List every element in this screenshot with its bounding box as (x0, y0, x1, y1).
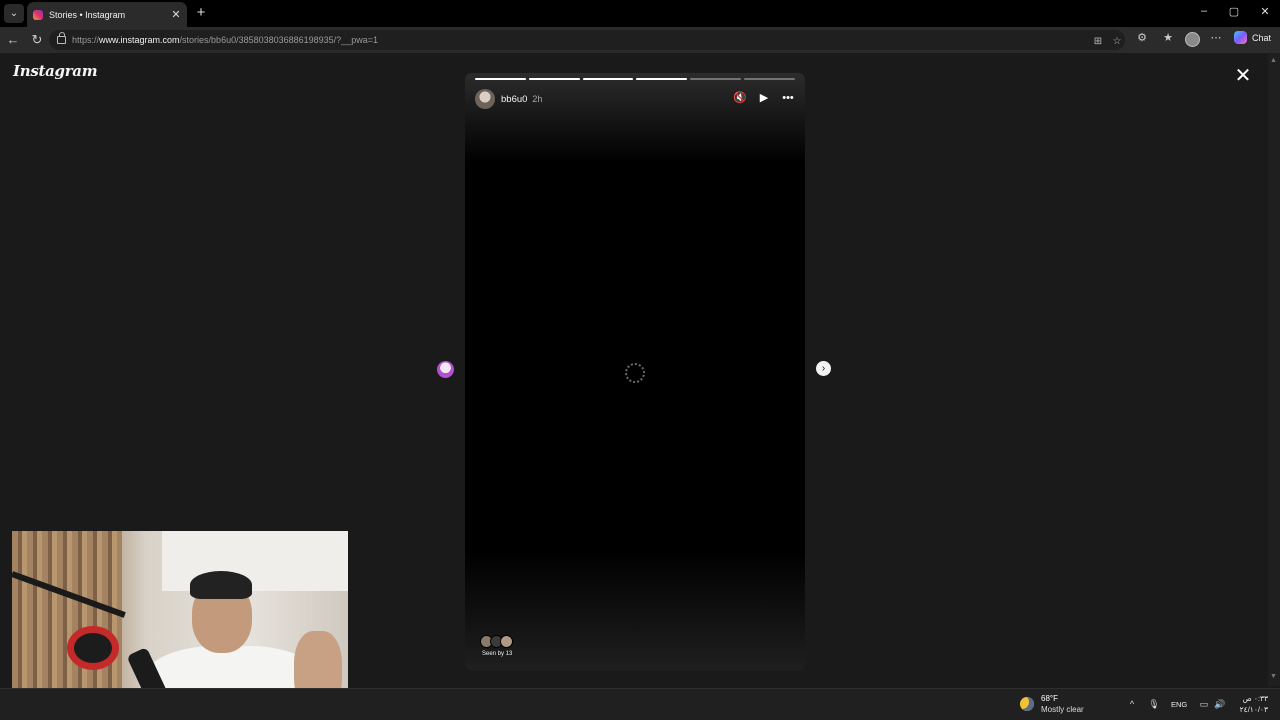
play-icon[interactable]: ▶ (757, 91, 771, 104)
webcam-person-cap (190, 571, 252, 599)
story-progress-segment (744, 78, 795, 80)
more-options-icon[interactable]: ••• (781, 92, 795, 104)
url-input[interactable]: https://www.instagram.com/stories/bb6u0/… (49, 30, 1125, 50)
close-window-button[interactable]: ✕ (1257, 5, 1273, 18)
story-user-avatar[interactable] (475, 89, 495, 109)
network-icon[interactable]: ▭ (1197, 699, 1211, 710)
copilot-chat-button[interactable]: Chat (1234, 31, 1271, 44)
more-menu-icon[interactable]: ⋯ (1208, 31, 1224, 44)
volume-icon[interactable]: 🔊 (1213, 699, 1227, 710)
copilot-icon (1234, 31, 1247, 44)
tab-instagram-stories[interactable]: Stories • Instagram ✕ (27, 2, 187, 27)
refresh-icon[interactable]: ↻ (29, 32, 45, 48)
maximize-window-button[interactable]: ▢ (1226, 5, 1242, 18)
app-available-icon[interactable]: ⊞ (1091, 36, 1105, 47)
seen-by-count[interactable]: Seen by 13 (482, 651, 512, 657)
story-bottom-gradient (465, 551, 805, 671)
tab-list-chevron-icon[interactable]: ⌄ (4, 4, 24, 23)
copilot-label: Chat (1252, 32, 1272, 43)
new-tab-button[interactable]: + (193, 5, 209, 21)
story-progress-fill (475, 78, 526, 80)
story-progress-fill (582, 78, 634, 80)
story-progress-segment (528, 78, 580, 80)
tab-close-icon[interactable]: ✕ (169, 8, 183, 21)
favorite-star-icon[interactable]: ☆ (1110, 36, 1124, 47)
webcam-headphones (67, 626, 119, 670)
story-timestamp: 2h (532, 94, 543, 104)
url-text: https://www.instagram.com/stories/bb6u0/… (72, 35, 378, 45)
weather-description[interactable]: Mostly clear (1041, 705, 1084, 714)
instagram-logo[interactable]: Instagram (13, 62, 98, 80)
story-progress-bar (475, 78, 795, 80)
browser-address-bar: ← ↻ https://www.instagram.com/stories/bb… (0, 27, 1280, 53)
clock-time[interactable]: ٠:٣٣ ص (1236, 694, 1268, 703)
story-progress-segment (636, 78, 688, 80)
seen-by-avatars[interactable] (480, 635, 513, 648)
tab-title: Stories • Instagram (49, 9, 126, 20)
story-progress-fill (528, 78, 580, 80)
story-header: bb6u0 2h 🔇 ▶ ••• (475, 89, 795, 109)
previous-story-avatar[interactable] (437, 361, 454, 378)
browser-tab-bar: ⌄ Stories • Instagram ✕ + – ▢ ✕ (0, 0, 1280, 27)
profile-avatar[interactable] (1185, 32, 1200, 47)
lock-icon (57, 32, 66, 44)
story-progress-segment (475, 78, 526, 80)
weather-temperature[interactable]: 68°F (1041, 694, 1058, 703)
microphone-icon[interactable]: 🎙 (1147, 699, 1161, 710)
story-progress-segment (690, 78, 742, 80)
story-controls: 🔇 ▶ ••• (733, 91, 795, 105)
story-username[interactable]: bb6u0 (501, 94, 527, 105)
story-progress-fill (636, 78, 688, 80)
instagram-favicon-icon (33, 9, 43, 20)
clock-date[interactable]: ٢٤/١٠/٠٣ (1236, 705, 1268, 714)
extensions-icon[interactable]: ⚙ (1134, 31, 1150, 44)
viewer-avatar (500, 635, 513, 648)
close-icon[interactable]: ✕ (1232, 65, 1254, 87)
scroll-up-icon[interactable]: ▲ (1270, 57, 1277, 64)
favorites-icon[interactable]: ★ (1160, 31, 1176, 44)
story-top-gradient (465, 73, 805, 163)
weather-moon-icon[interactable] (1020, 697, 1034, 711)
next-story-chevron-icon[interactable]: › (816, 361, 831, 376)
page-scrollbar[interactable]: ▲ ▼ (1268, 53, 1280, 686)
story-progress-segment (582, 78, 634, 80)
scroll-down-icon[interactable]: ▼ (1270, 673, 1277, 680)
input-language[interactable]: ENG (1171, 700, 1187, 709)
minimize-window-button[interactable]: – (1196, 5, 1212, 17)
windows-taskbar: 68°F Mostly clear ^ 🎙 ENG ▭ 🔊 ٠:٣٣ ص ٢٤/… (0, 688, 1280, 720)
loading-spinner-icon (625, 363, 645, 383)
mute-icon[interactable]: 🔇 (733, 91, 747, 104)
back-arrow-icon[interactable]: ← (5, 32, 21, 48)
story-viewer[interactable]: bb6u0 2h 🔇 ▶ ••• Seen by 13 (465, 73, 805, 671)
tray-overflow-chevron-icon[interactable]: ^ (1125, 699, 1139, 709)
